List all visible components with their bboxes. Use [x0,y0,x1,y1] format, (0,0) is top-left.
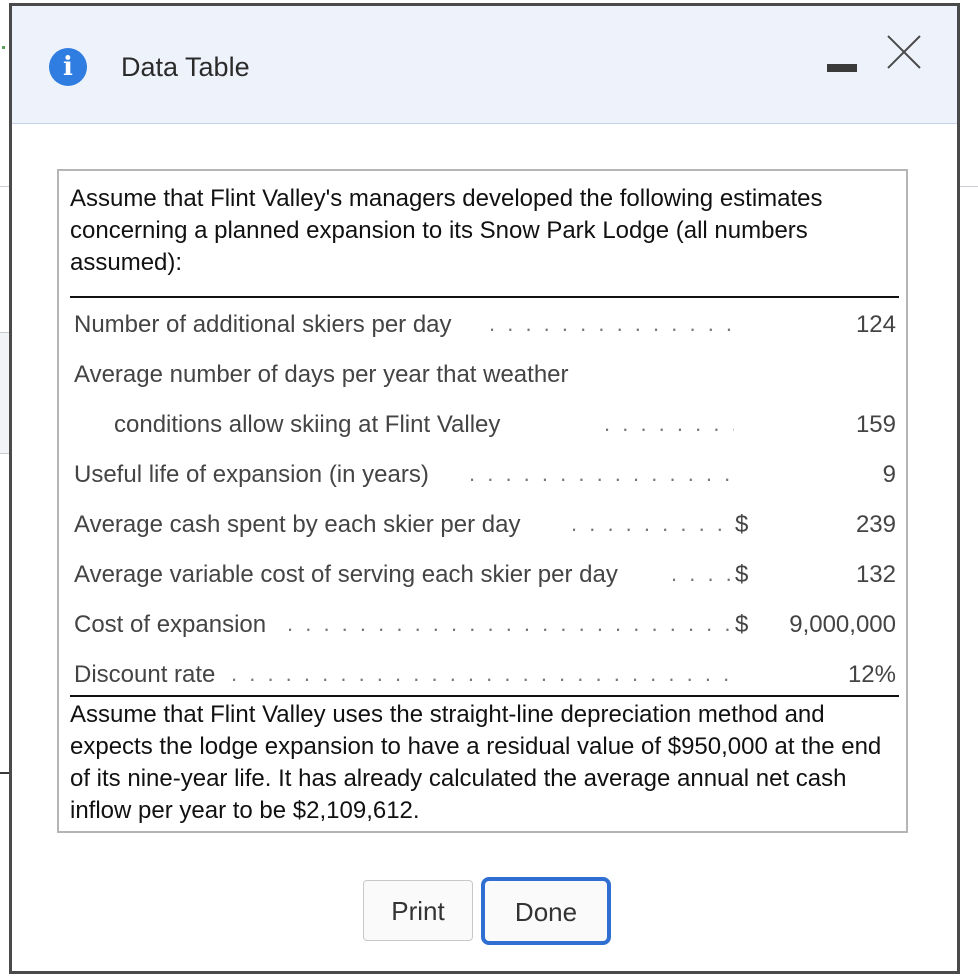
row-label: conditions allow skiing at Flint Valley [114,411,501,438]
info-icon: i [49,48,87,86]
leader-dots: . . . . . [671,561,731,586]
row-value: 124 [855,311,896,338]
close-icon[interactable] [886,34,922,70]
row-label: Cost of expansion [74,611,267,638]
row-label: Useful life of expansion (in years) [74,461,429,488]
row-label: Average cash spent by each skier per day [74,511,521,538]
table-row: conditions allow skiing at Flint Valley … [59,411,910,451]
leader-dots: . . . . . . . . . . . . . . . . . . . . … [489,311,734,336]
leader-dots: . . . . . . . . . . . . . [571,511,731,536]
table-top-rule [70,296,899,298]
dialog-title: Data Table [121,52,250,82]
table-row: Average variable cost of serving each sk… [59,561,910,601]
outro-text: Assume that Flint Valley uses the straig… [70,701,882,824]
done-button[interactable]: Done [481,877,611,945]
row-label: Average number of days per year that wea… [74,361,569,388]
row-value: 12% [847,661,896,688]
dialog-header: i Data Table [12,6,957,124]
intro-text: Assume that Flint Valley's managers deve… [70,185,823,276]
leader-dots: . . . . . . . . . . . [604,411,734,436]
data-table-content: Assume that Flint Valley's managers deve… [57,169,908,833]
table-row: Useful life of expansion (in years) . . … [59,461,910,501]
row-label: Average variable cost of serving each sk… [74,561,618,588]
leader-dots: . . . . . . . . . . . . . . . . . . . . … [469,461,734,486]
row-value: 132 [855,561,896,588]
table-row: Average number of days per year that wea… [59,361,910,401]
table-bottom-rule [70,695,899,697]
print-button[interactable]: Print [363,880,473,941]
leader-dots: . . . . . . . . . . . . . . . . . . . . … [287,611,731,636]
currency-symbol: $ [735,611,749,638]
table-row: Number of additional skiers per day . . … [59,311,910,351]
row-label: Discount rate [74,661,216,688]
minimize-icon[interactable] [827,64,857,72]
row-value: 239 [855,511,896,538]
table-row: Cost of expansion . . . . . . . . . . . … [59,611,910,651]
row-value: 9,000,000 [789,611,896,638]
row-value: 9 [882,461,896,488]
row-label: Number of additional skiers per day [74,311,452,338]
background-marker [2,46,5,49]
currency-symbol: $ [735,511,749,538]
row-value: 159 [855,411,896,438]
table-row: Average cash spent by each skier per day… [59,511,910,551]
data-table-dialog: i Data Table Assume that Flint Valley's … [9,3,960,974]
currency-symbol: $ [735,561,749,588]
